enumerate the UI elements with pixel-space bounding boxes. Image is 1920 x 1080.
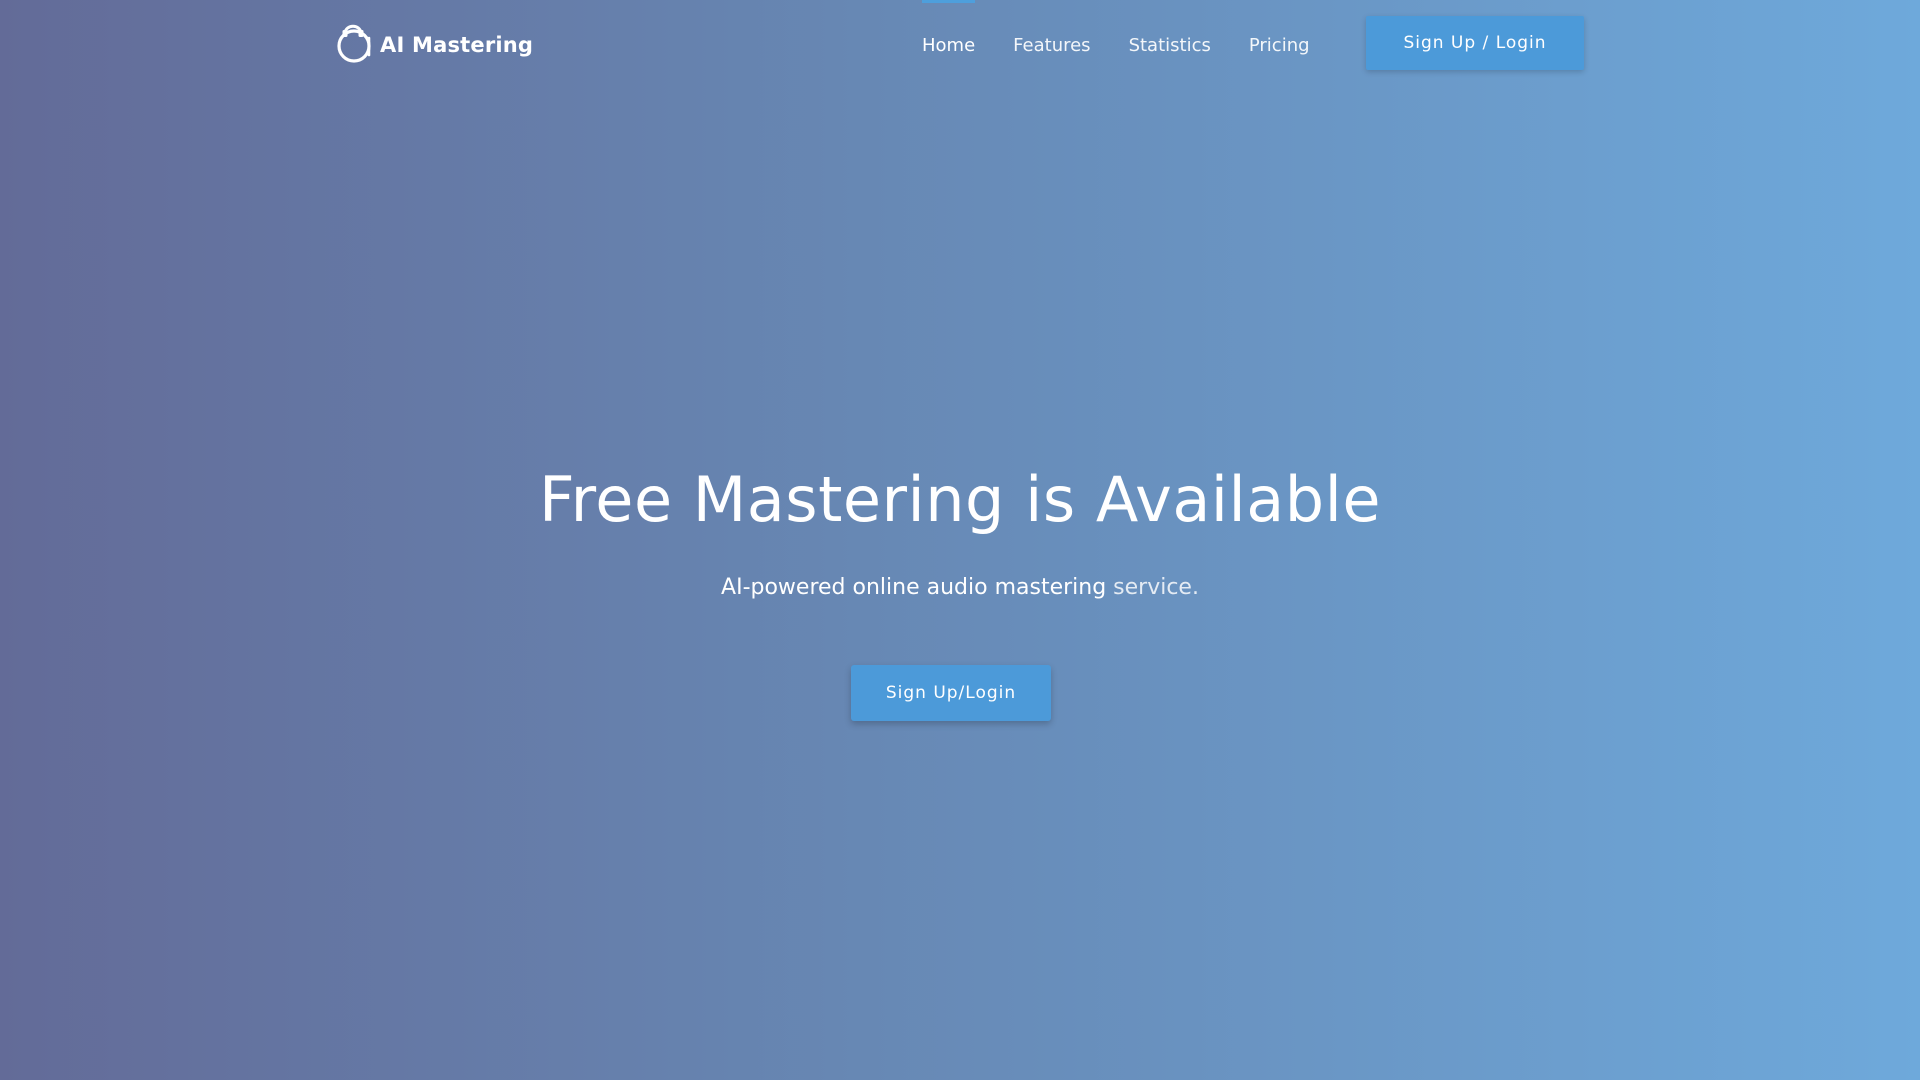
hero-signup-login-button[interactable]: Sign Up/Login — [851, 665, 1051, 721]
headphones-logo-icon — [337, 24, 371, 63]
hero-subtitle: AI-powered online audio mastering servic… — [0, 570, 1920, 606]
nav-link-statistics[interactable]: Statistics — [1129, 35, 1211, 56]
nav-item-statistics[interactable]: Statistics — [1129, 0, 1211, 90]
hero-subtitle-tail: service. — [1106, 575, 1199, 600]
hero-title: Free Mastering is Available — [539, 463, 1381, 536]
nav-link-features[interactable]: Features — [1013, 35, 1090, 56]
nav-item-home[interactable]: Home — [922, 0, 976, 90]
brand-link[interactable]: AI Mastering — [335, 22, 533, 64]
nav-link-home[interactable]: Home — [922, 35, 975, 56]
hero-subtitle-main: AI-powered online audio mastering — [721, 575, 1107, 600]
brand-name: AI Mastering — [380, 33, 534, 57]
main-nav: Home Features Statistics Pricing — [922, 0, 1348, 90]
nav-link-pricing[interactable]: Pricing — [1249, 35, 1310, 56]
hero-section: Free Mastering is Available AI-powered o… — [0, 0, 1920, 1080]
header-signup-login-button[interactable]: Sign Up / Login — [1366, 16, 1584, 70]
nav-item-features[interactable]: Features — [1013, 0, 1090, 90]
site-header: AI Mastering Home Features Statistics Pr… — [0, 0, 1920, 90]
nav-item-pricing[interactable]: Pricing — [1249, 0, 1310, 90]
